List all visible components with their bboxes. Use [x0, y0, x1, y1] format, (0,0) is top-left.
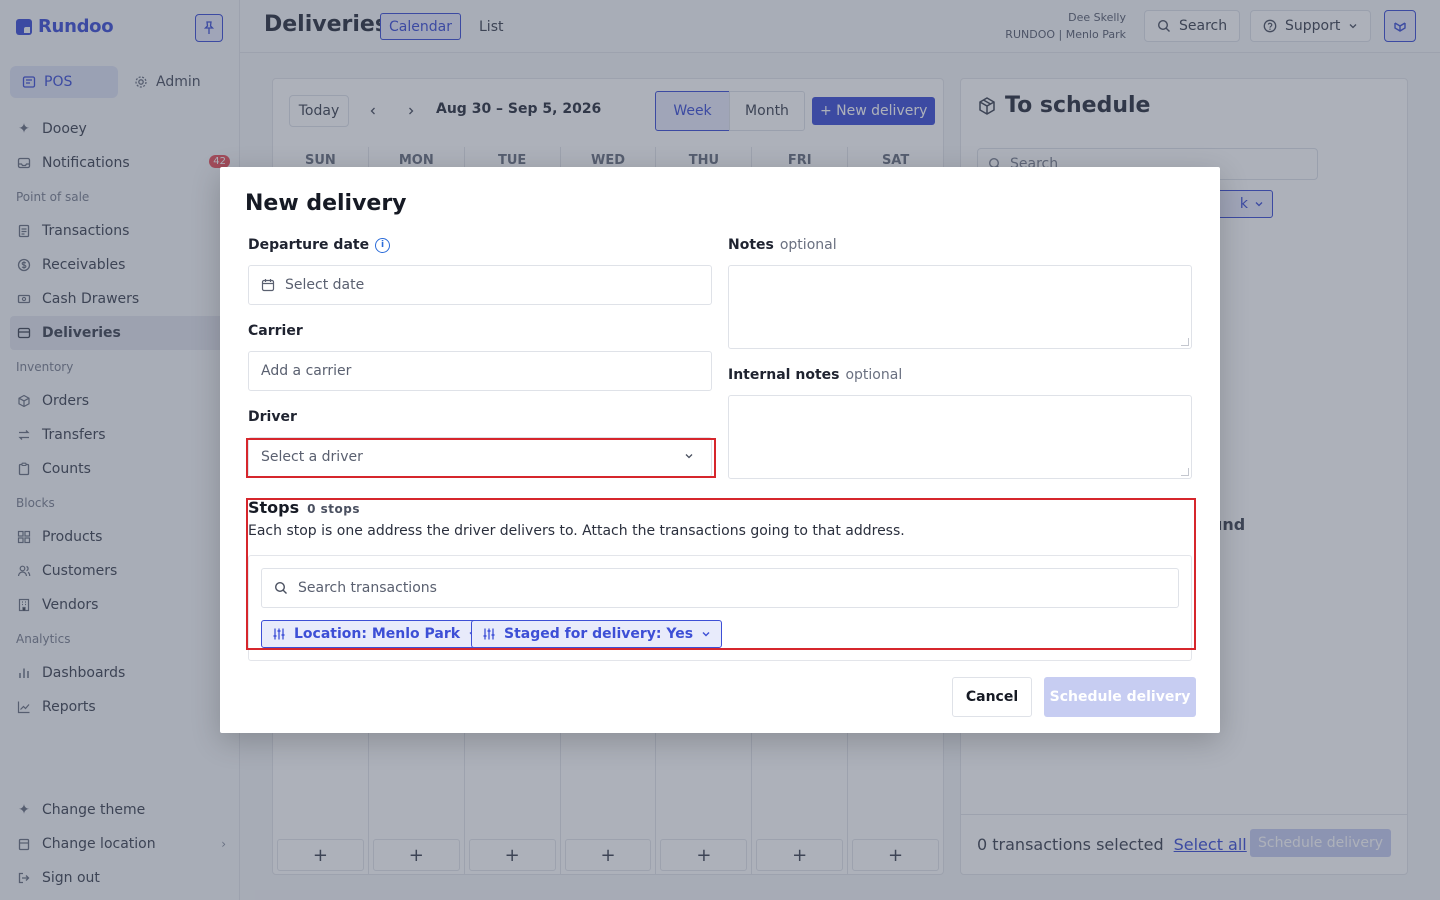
- departure-date-placeholder: Select date: [285, 277, 365, 293]
- info-icon[interactable]: i: [375, 237, 391, 253]
- staged-filter-label: Staged for delivery: Yes: [504, 626, 694, 642]
- optional-hint: optional: [845, 367, 903, 383]
- internal-notes-label: Internal notes optional: [728, 367, 902, 383]
- driver-label: Driver: [248, 409, 297, 425]
- carrier-placeholder: Add a carrier: [261, 363, 352, 379]
- sliders-icon: [273, 628, 285, 640]
- resize-grip-icon[interactable]: [1181, 468, 1189, 476]
- internal-notes-label-text: Internal notes: [728, 367, 840, 383]
- search-icon: [274, 581, 287, 594]
- departure-date-label-text: Departure date: [248, 237, 370, 253]
- carrier-label: Carrier: [248, 323, 303, 339]
- location-filter-label: Location: Menlo Park: [294, 626, 461, 642]
- cancel-button[interactable]: Cancel: [952, 677, 1032, 717]
- internal-notes-textarea[interactable]: [728, 395, 1192, 479]
- search-transactions-input[interactable]: Search transactions: [261, 568, 1179, 608]
- carrier-input[interactable]: Add a carrier: [248, 351, 712, 391]
- sliders-icon: [483, 628, 495, 640]
- chevron-down-icon: [702, 632, 710, 637]
- stops-label: Stops: [248, 498, 300, 517]
- notes-label-text: Notes: [728, 237, 774, 253]
- resize-grip-icon[interactable]: [1181, 338, 1189, 346]
- search-transactions-placeholder: Search transactions: [298, 580, 437, 596]
- schedule-delivery-button[interactable]: Schedule delivery: [1044, 677, 1196, 717]
- driver-select[interactable]: Select a driver: [248, 437, 712, 477]
- stops-description: Each stop is one address the driver deli…: [248, 523, 905, 539]
- stops-heading: Stops 0 stops: [248, 498, 360, 517]
- notes-textarea[interactable]: [728, 265, 1192, 349]
- new-delivery-modal: New delivery Departure date i Select dat…: [220, 167, 1220, 733]
- notes-label: Notes optional: [728, 237, 837, 253]
- stops-transactions-box: Search transactions Location: Menlo Park…: [248, 555, 1192, 661]
- modal-title: New delivery: [245, 191, 407, 216]
- departure-date-input[interactable]: Select date: [248, 265, 712, 305]
- departure-date-label: Departure date i: [248, 237, 391, 253]
- chevron-down-icon: [685, 454, 693, 459]
- calendar-icon: [261, 279, 275, 292]
- optional-hint: optional: [779, 237, 837, 253]
- driver-placeholder: Select a driver: [261, 449, 363, 465]
- staged-filter-chip[interactable]: Staged for delivery: Yes: [471, 620, 723, 648]
- location-filter-chip[interactable]: Location: Menlo Park: [261, 620, 490, 648]
- stops-count: 0 stops: [307, 502, 361, 516]
